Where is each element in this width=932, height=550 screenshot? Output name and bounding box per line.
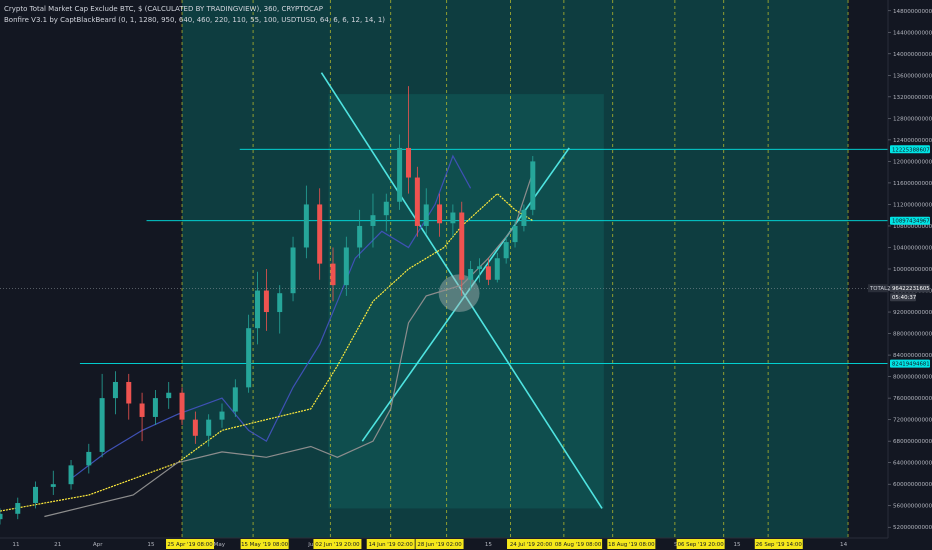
- candle-body-14: [206, 419, 212, 436]
- price-tick-label: 76000000000: [893, 396, 932, 402]
- price-tick-label: 112000000000: [893, 202, 932, 208]
- candle-body-11: [166, 392, 172, 399]
- candle-body-22: [303, 204, 309, 248]
- candle-body-19: [263, 290, 269, 313]
- level-price-badge-label: 108974349677: [892, 219, 932, 225]
- price-tick-label: 124000000000: [893, 138, 932, 144]
- symbol-name-label: TOTAL2: [869, 286, 891, 292]
- price-tick-label: 148000000000: [893, 9, 932, 15]
- time-tick-label: 15: [147, 542, 155, 548]
- candle-body-34: [450, 212, 456, 224]
- price-tick-label: 120000000000: [893, 159, 932, 165]
- time-tick-label: 15: [733, 542, 741, 548]
- price-chart[interactable]: 52000000000 56000000000 60000000000 6400000…: [0, 0, 932, 550]
- candle-body-28: [383, 201, 389, 216]
- candle-body-0: [0, 513, 3, 520]
- candle-body-7: [112, 381, 118, 399]
- candle-body-27: [370, 215, 376, 226]
- date-badge-label: 08 Aug '19 08:00: [555, 542, 602, 548]
- time-tick-label: 21: [54, 542, 62, 548]
- date-badge-label: 25 Apr '19 08:00: [167, 542, 213, 548]
- date-badge-label: 02 Jun '19 20:00: [315, 542, 360, 548]
- level-price-badge-label: 82419494681: [892, 362, 930, 368]
- candle-body-2: [33, 486, 39, 504]
- candle-body-43: [530, 161, 536, 210]
- candle-body-9: [139, 403, 145, 417]
- price-tick-label: 88000000000: [893, 332, 932, 338]
- time-tick-label: 15: [485, 542, 493, 548]
- candle-body-35: [459, 212, 465, 280]
- highlight-ellipse[interactable]: [438, 274, 480, 313]
- candle-body-25: [343, 247, 349, 286]
- price-tick-label: 104000000000: [893, 245, 932, 251]
- time-tick-label: Apr: [93, 542, 103, 548]
- date-badge-label: 15 May '19 08:00: [241, 542, 289, 548]
- candle-body-31: [414, 177, 420, 226]
- candle-body-21: [290, 247, 296, 294]
- candle-body-16: [232, 387, 238, 412]
- candle-body-23: [317, 204, 323, 264]
- candle-body-3: [50, 484, 56, 487]
- countdown-label: 05:40:37: [892, 295, 916, 301]
- price-axis-panel: [888, 0, 932, 550]
- time-tick-label: 14: [840, 542, 848, 548]
- date-badge-label: 24 Jul '19 20:00: [510, 542, 553, 548]
- date-badge-label: 26 Sep '19 14:00: [756, 542, 803, 548]
- candle-body-36: [468, 269, 474, 280]
- price-tick-label: 116000000000: [893, 181, 932, 187]
- price-tick-label: 100000000000: [893, 267, 932, 273]
- candle-body-10: [152, 398, 158, 417]
- current-price-label: 96422231605: [892, 286, 930, 292]
- price-tick-label: 60000000000: [893, 482, 932, 488]
- price-tick-label: 80000000000: [893, 375, 932, 381]
- candle-body-12: [179, 392, 185, 420]
- price-tick-label: 136000000000: [893, 73, 932, 79]
- price-tick-label: 108000000000: [893, 224, 932, 230]
- time-tick-label: 11: [12, 542, 20, 548]
- price-tick-label: 68000000000: [893, 439, 932, 445]
- price-tick-label: 132000000000: [893, 95, 932, 101]
- time-tick-label: May: [214, 542, 226, 548]
- candle-body-8: [126, 381, 132, 404]
- price-tick-label: 56000000000: [893, 504, 932, 510]
- candle-body-41: [512, 225, 518, 243]
- candle-body-6: [99, 398, 105, 452]
- date-badge-label: 18 Aug '19 08:00: [608, 542, 655, 548]
- candle-body-30: [405, 147, 411, 178]
- candle-body-17: [246, 328, 252, 388]
- level-price-badge-label: 122253886076: [892, 147, 932, 153]
- candle-body-33: [437, 204, 443, 224]
- candle-body-29: [397, 147, 403, 202]
- price-tick-label: 128000000000: [893, 116, 932, 122]
- candle-body-42: [521, 209, 527, 226]
- price-tick-label: 140000000000: [893, 52, 932, 58]
- price-tick-label: 72000000000: [893, 418, 932, 424]
- date-badge-label: 06 Sep '19 20:00: [678, 542, 725, 548]
- price-tick-label: 52000000000: [893, 525, 932, 531]
- candle-body-18: [255, 290, 261, 329]
- chart-container: 52000000000 56000000000 60000000000 6400000…: [0, 0, 932, 550]
- date-badge-label: 28 Jun '19 02:00: [417, 542, 462, 548]
- candle-body-38: [485, 266, 491, 280]
- candle-body-40: [503, 242, 509, 259]
- price-tick-label: 92000000000: [893, 310, 932, 316]
- date-badge-label: 14 Jun '19 02:00: [369, 542, 414, 548]
- candle-body-26: [357, 225, 363, 248]
- price-tick-label: 64000000000: [893, 461, 932, 467]
- candle-body-32: [423, 204, 429, 226]
- candle-body-1: [15, 503, 21, 514]
- candle-body-4: [68, 465, 74, 485]
- candle-body-15: [219, 411, 225, 420]
- candle-body-5: [86, 451, 92, 466]
- candle-body-37: [477, 266, 483, 269]
- price-tick-label: 144000000000: [893, 30, 932, 36]
- candle-body-13: [192, 419, 198, 436]
- price-tick-label: 84000000000: [893, 353, 932, 359]
- candle-body-24: [330, 263, 336, 286]
- candle-body-20: [277, 293, 283, 313]
- candle-body-39: [494, 258, 500, 280]
